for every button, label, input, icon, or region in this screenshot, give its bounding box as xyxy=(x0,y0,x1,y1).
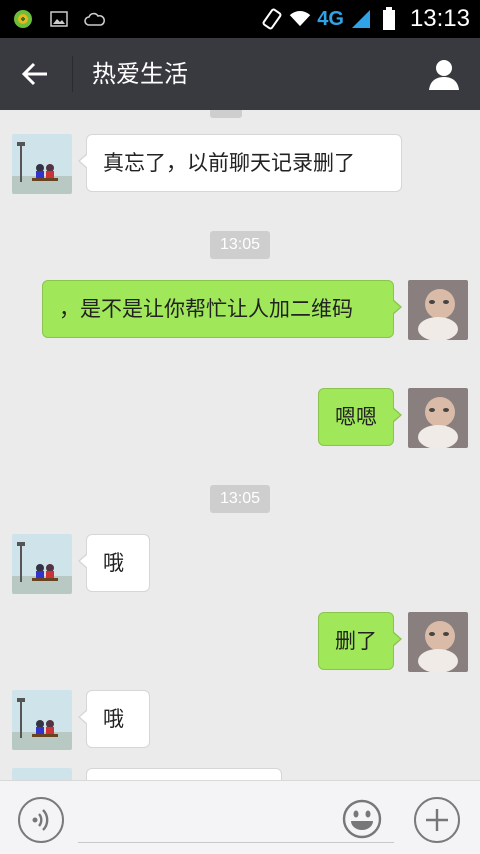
timestamp: 13:05 xyxy=(0,485,480,513)
emoji-button[interactable] xyxy=(342,799,382,839)
network-type: 4G xyxy=(317,7,344,30)
message-list[interactable]: 真忘了，以前聊天记录删了 13:05 ，是不是让你帮忙让人加二维码 嗯嗯 13:… xyxy=(0,110,480,780)
chat-header: 热爱生活 xyxy=(0,38,480,110)
smiley-icon xyxy=(342,799,382,839)
message-bubble-incoming[interactable]: 哦 xyxy=(78,534,150,592)
status-bar: 4G 13:13 xyxy=(0,0,480,38)
input-bar xyxy=(0,780,480,854)
battery-icon xyxy=(378,7,400,30)
back-button[interactable] xyxy=(14,54,56,94)
weather-icon xyxy=(84,8,106,30)
message-bubble-incoming[interactable]: 真忘了，以前聊天记录删了 xyxy=(78,134,402,192)
clock: 13:13 xyxy=(409,5,470,32)
timestamp-label: 13:05 xyxy=(209,231,271,259)
voice-toggle-button[interactable] xyxy=(18,797,64,843)
chat-info-button[interactable] xyxy=(424,54,464,94)
image-icon xyxy=(48,8,70,30)
back-arrow-icon xyxy=(21,62,47,86)
timestamp: 13:05 xyxy=(0,231,480,259)
person-icon xyxy=(429,60,459,90)
contact-avatar[interactable] xyxy=(12,690,72,750)
timestamp-label: 13:05 xyxy=(209,485,271,513)
app-notification-icon xyxy=(12,8,34,30)
contact-avatar[interactable] xyxy=(12,534,72,594)
message-bubble-partial[interactable] xyxy=(86,768,282,780)
my-avatar[interactable] xyxy=(408,280,468,340)
contact-avatar-partial[interactable] xyxy=(12,768,72,780)
my-avatar[interactable] xyxy=(408,388,468,448)
message-bubble-outgoing[interactable]: 删了 xyxy=(318,612,402,670)
message-bubble-incoming[interactable]: 哦 xyxy=(78,690,150,748)
plus-icon xyxy=(426,809,448,831)
header-divider xyxy=(72,56,73,92)
message-bubble-outgoing[interactable]: 嗯嗯 xyxy=(318,388,402,446)
signal-icon xyxy=(350,8,372,30)
message-bubble-outgoing[interactable]: ，是不是让你帮忙让人加二维码 xyxy=(42,280,402,338)
vibrate-icon xyxy=(261,8,283,30)
timestamp-partial xyxy=(210,110,242,118)
contact-avatar[interactable] xyxy=(12,134,72,194)
wifi-icon xyxy=(289,8,311,30)
more-actions-button[interactable] xyxy=(414,797,460,843)
voice-icon xyxy=(32,809,49,831)
my-avatar[interactable] xyxy=(408,612,468,672)
chat-title: 热爱生活 xyxy=(92,60,188,88)
